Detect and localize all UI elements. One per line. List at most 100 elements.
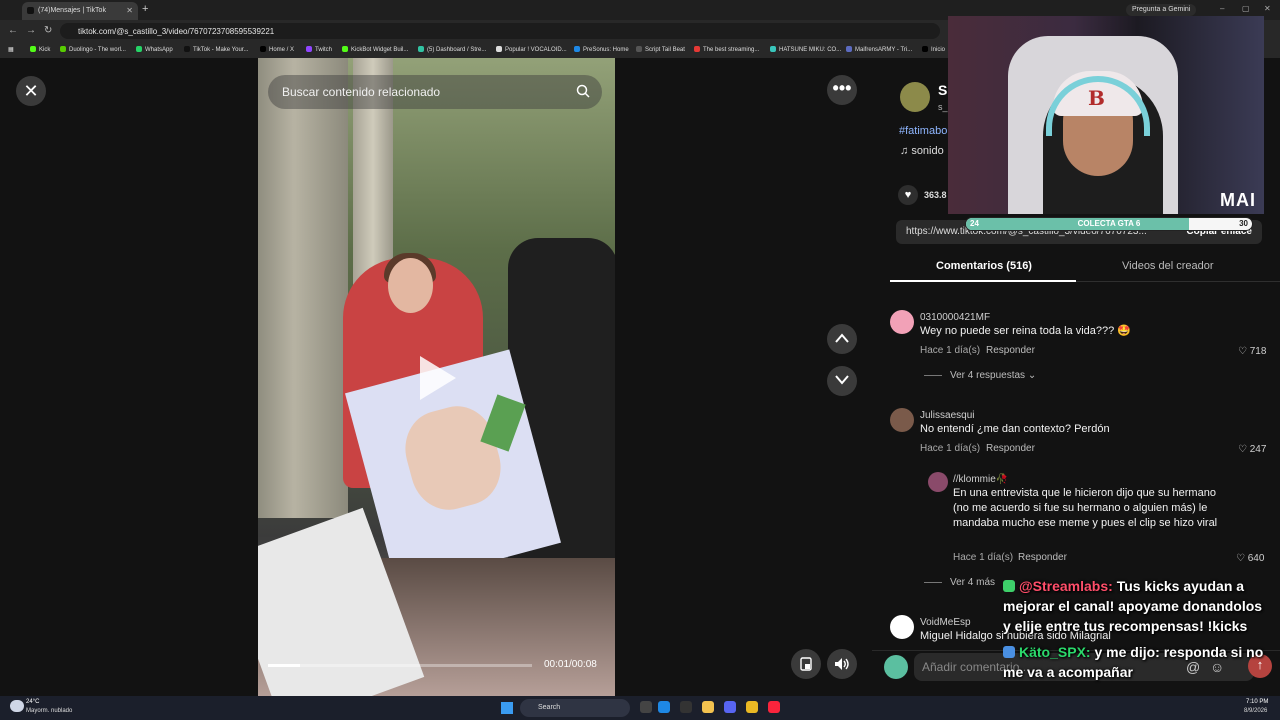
bookmark-item[interactable]: Inicio xyxy=(922,46,945,53)
sound-label: sonido xyxy=(911,145,944,157)
x-icon xyxy=(922,46,928,52)
view-more-replies-button[interactable]: Ver 4 más xyxy=(924,577,995,588)
heart-outline-icon: ♡ xyxy=(1238,346,1250,357)
clock-time[interactable]: 7:10 PM xyxy=(1246,699,1268,705)
new-tab-icon[interactable]: + xyxy=(142,3,148,15)
volume-button[interactable] xyxy=(827,649,857,679)
tab-comments[interactable]: Comentarios (516) xyxy=(936,260,1032,272)
video-time: 00:01/00:08 xyxy=(544,659,597,670)
reply-button[interactable]: Responder xyxy=(1018,552,1067,563)
avatar[interactable] xyxy=(890,408,914,432)
sound-link[interactable]: ♫ sonido xyxy=(900,145,944,157)
previous-video-button[interactable] xyxy=(827,324,857,354)
taskbar-search-label: Search xyxy=(538,704,561,711)
url-field[interactable]: tiktok.com/@s_castillo_3/video/767072370… xyxy=(60,23,940,39)
gemini-button[interactable]: Pregunta a Gemini xyxy=(1126,4,1197,16)
music-app-icon[interactable] xyxy=(768,701,780,713)
close-tab-icon[interactable]: ✕ xyxy=(126,6,133,15)
kick-icon xyxy=(30,46,36,52)
video-progress-bar[interactable] xyxy=(268,664,532,667)
subscriber-badge-icon xyxy=(1003,646,1015,658)
bookmark-item[interactable]: Kick xyxy=(30,46,50,53)
close-video-button[interactable]: ✕ xyxy=(16,76,46,106)
bookmark-item[interactable]: Home / X xyxy=(260,46,294,53)
minimize-icon[interactable]: – xyxy=(1220,4,1224,13)
bookmark-item[interactable]: PreSonus: Home xyxy=(574,46,629,53)
app-icon[interactable] xyxy=(680,701,692,713)
bookmark-item[interactable]: Duolingo - The worl... xyxy=(60,46,126,53)
avatar[interactable] xyxy=(890,615,914,639)
maximize-icon[interactable]: ▢ xyxy=(1242,4,1250,13)
file-explorer-icon[interactable] xyxy=(702,701,714,713)
whatsapp-icon xyxy=(136,46,142,52)
video-player[interactable]: Buscar contenido relacionado 00:01/00:08 xyxy=(258,58,615,696)
video-scene-column xyxy=(258,58,348,518)
comment-time: Hace 1 día(s) xyxy=(920,345,981,356)
creator-name[interactable]: S xyxy=(938,82,947,98)
search-icon[interactable] xyxy=(576,84,590,98)
window-close-icon[interactable]: ✕ xyxy=(1264,4,1271,13)
windows-start-icon[interactable] xyxy=(501,702,513,714)
bookmark-item[interactable]: (5) Dashboard / Stre... xyxy=(418,46,486,53)
bookmark-item[interactable]: MaifrensARMY - Tri... xyxy=(846,46,912,53)
reload-icon[interactable]: ↻ xyxy=(44,25,52,36)
weather-desc[interactable]: Mayorm. nublado xyxy=(26,708,72,714)
back-icon[interactable]: ← xyxy=(8,25,18,36)
mini-player-icon xyxy=(800,657,812,671)
play-icon[interactable] xyxy=(420,356,456,400)
creator-avatar[interactable] xyxy=(900,82,930,112)
bookmark-item[interactable]: KickBot Widget Buil... xyxy=(342,46,408,53)
creator-handle[interactable]: s_ xyxy=(938,102,948,112)
browser-tab[interactable]: (74)Mensajes | TikTok ✕ xyxy=(22,2,138,20)
reply-button[interactable]: Responder xyxy=(986,345,1035,356)
taskbar-search[interactable]: Search xyxy=(520,699,630,717)
comment-user[interactable]: //klommie🥀 xyxy=(953,474,1008,485)
presonus-icon xyxy=(574,46,580,52)
goal-label: COLECTA GTA 6 xyxy=(1077,219,1141,228)
music-note-icon: ♫ xyxy=(900,145,912,157)
bookmark-item[interactable]: WhatsApp xyxy=(136,46,173,53)
duolingo-icon xyxy=(60,46,66,52)
bookmark-item[interactable]: Twitch xyxy=(306,46,332,53)
cloud-icon[interactable] xyxy=(10,700,24,712)
related-search-input[interactable]: Buscar contenido relacionado xyxy=(268,75,602,109)
bookmark-item[interactable]: Popular ! VOCALOID... xyxy=(496,46,567,53)
weather-temp[interactable]: 24°C xyxy=(26,699,39,705)
avatar[interactable] xyxy=(928,472,948,492)
active-tab-indicator xyxy=(890,280,1076,282)
view-replies-button[interactable]: Ver 4 respuestas ⌄ xyxy=(924,370,1036,381)
hashtag-link[interactable]: #fatimabo xyxy=(899,125,947,137)
related-search-placeholder: Buscar contenido relacionado xyxy=(282,85,441,99)
mini-player-button[interactable] xyxy=(791,649,821,679)
task-view-icon[interactable] xyxy=(640,701,652,713)
tab-creator-videos[interactable]: Videos del creador xyxy=(1122,260,1214,272)
bookmark-item[interactable]: TikTok - Make Your... xyxy=(184,46,248,53)
video-scene-head xyxy=(388,258,433,313)
comment-like-button[interactable]: ♡ 640 xyxy=(1236,553,1264,564)
more-options-button[interactable]: ••• xyxy=(827,75,857,105)
comment-user[interactable]: VoidMeEsp xyxy=(920,617,971,628)
reply-button[interactable]: Responder xyxy=(986,443,1035,454)
discord-icon[interactable] xyxy=(724,701,736,713)
comment-like-button[interactable]: ♡ 718 xyxy=(1238,346,1266,357)
avatar[interactable] xyxy=(890,310,914,334)
next-video-button[interactable] xyxy=(827,366,857,396)
bookmark-item[interactable]: Script Tail Beat xyxy=(636,46,685,53)
chrome-icon[interactable] xyxy=(746,701,758,713)
avatar[interactable] xyxy=(884,655,908,679)
tab-title: (74)Mensajes | TikTok xyxy=(38,7,106,14)
bookmark-item[interactable]: HATSUNE MIKU: CO... xyxy=(770,46,841,53)
like-button[interactable]: ♥ xyxy=(898,185,918,205)
comment-like-button[interactable]: ♡ 247 xyxy=(1238,444,1266,455)
comment-user[interactable]: Julissaesqui xyxy=(920,410,974,421)
taskbar: 24°C Mayorm. nublado Search 7:10 PM 8/9/… xyxy=(0,696,1280,720)
edge-icon[interactable] xyxy=(658,701,670,713)
bookmark-item[interactable]: The best streaming... xyxy=(694,46,759,53)
clock-date[interactable]: 8/9/2026 xyxy=(1244,708,1267,714)
apps-icon[interactable]: ▦ xyxy=(8,46,14,53)
goal-max: 30 xyxy=(1239,219,1248,228)
comment-user[interactable]: 0310000421MF xyxy=(920,312,990,323)
forward-icon[interactable]: → xyxy=(26,25,36,36)
heart-icon: ♥ xyxy=(904,189,912,201)
tiktok-favicon-icon xyxy=(27,7,34,14)
